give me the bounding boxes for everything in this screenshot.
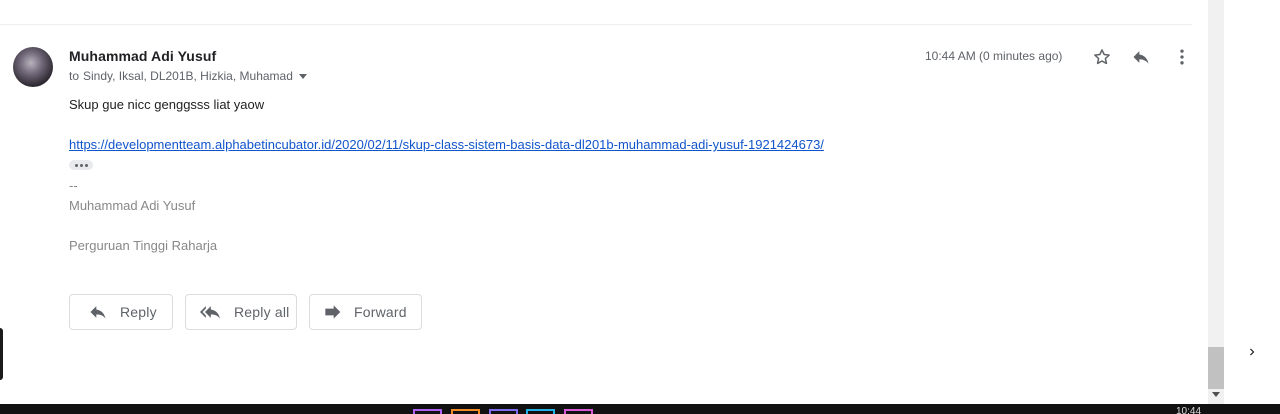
forward-icon <box>325 305 341 319</box>
side-panel-handle[interactable] <box>0 328 3 380</box>
timestamp: 10:44 AM (0 minutes ago) <box>925 49 1063 63</box>
scrollbar-thumb[interactable] <box>1208 347 1224 389</box>
reply-button[interactable]: Reply <box>69 294 173 330</box>
more-vert-icon[interactable] <box>1170 45 1194 69</box>
scroll-down-arrow-icon[interactable] <box>1212 392 1220 397</box>
taskbar-app-icon[interactable] <box>526 409 555 414</box>
signature-organization: Perguruan Tinggi Raharja <box>69 238 218 253</box>
star-icon[interactable] <box>1090 45 1114 69</box>
reply-all-icon <box>200 306 220 319</box>
taskbar-app-icon[interactable] <box>413 409 442 414</box>
email-link[interactable]: https://developmentteam.alphabetincubato… <box>69 137 824 152</box>
forward-button-label: Forward <box>354 304 407 320</box>
taskbar-app-icon[interactable] <box>451 409 480 414</box>
scrollbar-track[interactable] <box>1208 0 1224 404</box>
reply-button-label: Reply <box>120 304 157 320</box>
reply-icon[interactable] <box>1129 45 1153 69</box>
email-body: Skup gue nicc genggsss liat yaow <box>69 97 265 112</box>
show-trimmed-content-button[interactable] <box>69 160 93 170</box>
taskbar-app-icon[interactable] <box>489 409 518 414</box>
taskbar-app-icon[interactable] <box>564 409 593 414</box>
avatar[interactable] <box>13 47 53 87</box>
recipients-line: to Sindy, Iksal, DL201B, Hizkia, Muhamad <box>69 69 307 83</box>
signature-separator: -- <box>69 178 78 193</box>
taskbar-clock[interactable]: 10:44 <box>1176 407 1201 414</box>
recipients-list: Sindy, Iksal, DL201B, Hizkia, Muhamad <box>83 69 293 83</box>
email-view: Muhammad Adi Yusuf to Sindy, Iksal, DL20… <box>0 0 1280 414</box>
chevron-right-icon[interactable] <box>1244 343 1260 361</box>
reply-all-button[interactable]: Reply all <box>185 294 297 330</box>
reply-icon <box>90 306 106 319</box>
show-details-icon[interactable] <box>298 73 307 79</box>
signature-name: Muhammad Adi Yusuf <box>69 198 196 213</box>
reply-all-button-label: Reply all <box>234 304 290 320</box>
forward-button[interactable]: Forward <box>309 294 422 330</box>
sender-name[interactable]: Muhammad Adi Yusuf <box>69 48 216 64</box>
divider <box>0 24 1192 25</box>
to-label: to <box>69 69 80 83</box>
taskbar <box>0 404 1280 414</box>
